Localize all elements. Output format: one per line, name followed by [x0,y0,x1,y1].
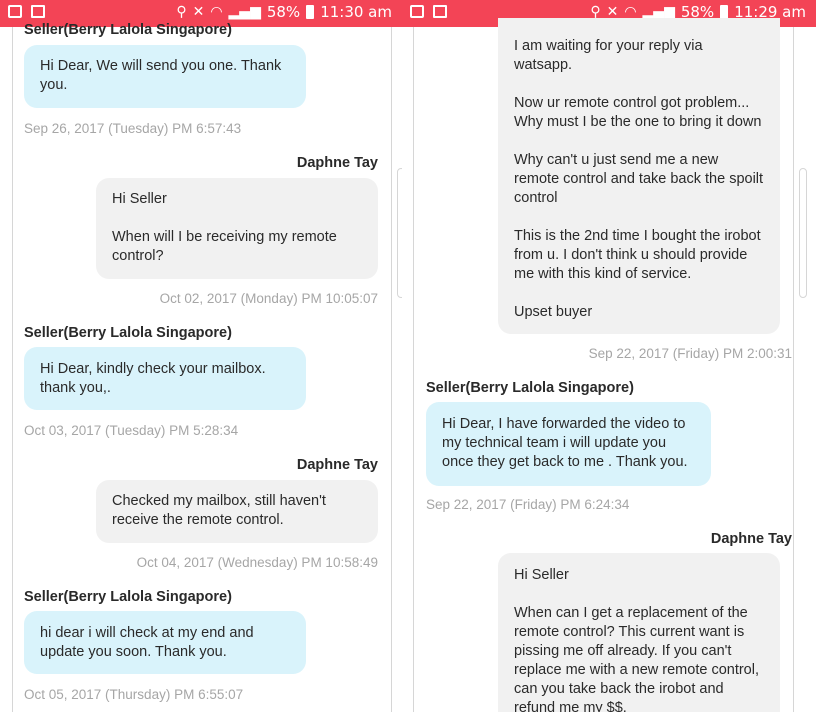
battery-icon [720,5,729,19]
sender-name: Daphne Tay [296,457,378,473]
sender-name: Seller(Berry Lalola Singapore) [24,589,232,605]
location-icon: ⚲ [176,4,187,20]
sender-name: Daphne Tay [296,155,378,171]
message-timestamp: Sep 22, 2017 (Friday) PM 6:24:34 [426,497,630,512]
wifi-icon: ◠ [210,4,223,20]
message-timestamp: Oct 02, 2017 (Monday) PM 10:05:07 [159,291,378,306]
clock: 11:30 am [320,3,392,21]
sender-name: Seller(Berry Lalola Singapore) [24,22,232,38]
right-screenshot: ⚲ ✕ ◠ ▂▄▆ 58% 11:29 am I am waiting for … [402,0,816,712]
message-bubble[interactable]: Hi Dear, We will send you one. Thank you… [24,45,306,108]
sender-name: Daphne Tay [710,531,792,547]
mail-icon [433,5,447,18]
message-bubble[interactable]: Hi Dear, kindly check your mailbox. than… [24,347,306,410]
left-screenshot: ⚲ ✕ ◠ ▂▄▆ 58% 11:30 am Seller(Berry Lalo… [0,0,402,712]
gallery-icon [8,5,22,18]
sender-name: Seller(Berry Lalola Singapore) [426,380,634,396]
sender-name: Seller(Berry Lalola Singapore) [24,325,232,341]
message-timestamp: Oct 03, 2017 (Tuesday) PM 5:28:34 [24,423,239,438]
mail-icon [31,5,45,18]
message-bubble[interactable]: Hi Seller When can I get a replacement o… [498,553,780,712]
message-bubble[interactable]: hi dear i will check at my end and updat… [24,611,306,674]
signal-icon: ▂▄▆ [228,4,261,20]
battery-percent: 58% [266,3,301,21]
message-timestamp: Sep 26, 2017 (Tuesday) PM 6:57:43 [24,121,242,136]
message-timestamp: Sep 22, 2017 (Friday) PM 2:00:31 [588,346,792,361]
message-bubble[interactable]: Hi Dear, I have forwarded the video to m… [426,402,711,486]
message-timestamp: Oct 04, 2017 (Wednesday) PM 10:58:49 [136,555,378,570]
message-timestamp: Oct 05, 2017 (Thursday) PM 6:55:07 [24,687,244,702]
edge-panel-handle[interactable] [799,168,807,298]
message-bubble[interactable]: Hi Seller When will I be receiving my re… [96,178,378,279]
battery-icon [306,5,315,19]
gallery-icon [410,5,424,18]
message-bubble[interactable]: Checked my mailbox, still haven't receiv… [96,480,378,543]
message-bubble[interactable]: I am waiting for your reply via watsapp.… [498,18,780,334]
mute-icon: ✕ [192,4,205,20]
